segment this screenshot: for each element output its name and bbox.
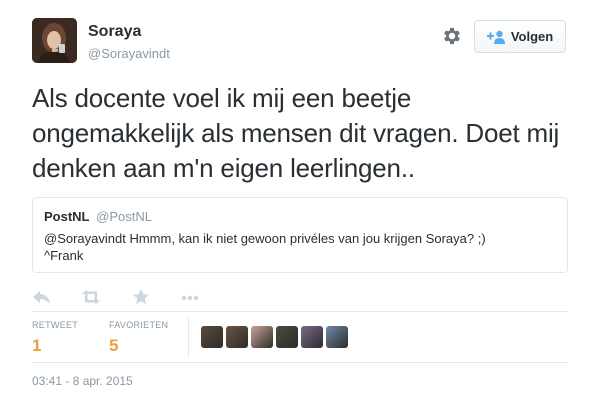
favoriter-avatar[interactable] — [301, 326, 323, 348]
retweet-count: 1 — [32, 336, 42, 355]
favorites-stat[interactable]: FAVORIETEN 5 — [109, 320, 168, 356]
add-user-icon — [486, 30, 505, 44]
divider — [32, 362, 568, 363]
quoted-tweet[interactable]: PostNL @PostNL @Sorayavindt Hmmm, kan ik… — [32, 197, 568, 273]
author-name[interactable]: Soraya — [88, 23, 141, 41]
retweet-stat-label: RETWEET — [32, 320, 79, 330]
favoriter-avatar[interactable] — [276, 326, 298, 348]
stats-separator — [188, 318, 189, 358]
follow-button-label: Volgen — [510, 29, 554, 44]
favoriter-avatar[interactable] — [251, 326, 273, 348]
reply-icon[interactable] — [32, 288, 52, 306]
more-icon[interactable] — [180, 288, 200, 306]
author-handle[interactable]: @Sorayavindt — [88, 46, 170, 61]
favorite-icon[interactable] — [131, 288, 151, 306]
divider — [32, 311, 568, 312]
tweet-card: Soraya @Sorayavindt Volgen Als docente v… — [0, 0, 595, 408]
favoriter-avatar[interactable] — [326, 326, 348, 348]
quoted-author-name: PostNL — [44, 209, 90, 224]
follow-button[interactable]: Volgen — [474, 20, 566, 53]
favorites-count: 5 — [109, 336, 119, 355]
tweet-text: Als docente voel ik mij een beetje ongem… — [32, 83, 560, 183]
quoted-tweet-text: @Sorayavindt Hmmm, kan ik niet gewoon pr… — [44, 231, 486, 263]
tweet-timestamp[interactable]: 03:41 - 8 apr. 2015 — [32, 374, 133, 388]
favoriter-avatar[interactable] — [201, 326, 223, 348]
retweet-stat[interactable]: RETWEET 1 — [32, 320, 78, 356]
quoted-author-handle: @PostNL — [96, 209, 152, 224]
favorites-stat-label: FAVORIETEN — [109, 320, 169, 330]
quoted-tweet-header: PostNL @PostNL — [44, 209, 556, 224]
favoriter-avatars — [201, 326, 348, 350]
favoriter-avatar[interactable] — [226, 326, 248, 348]
author-avatar[interactable] — [32, 18, 77, 63]
retweet-icon[interactable] — [81, 288, 101, 306]
gear-icon[interactable] — [441, 25, 463, 47]
